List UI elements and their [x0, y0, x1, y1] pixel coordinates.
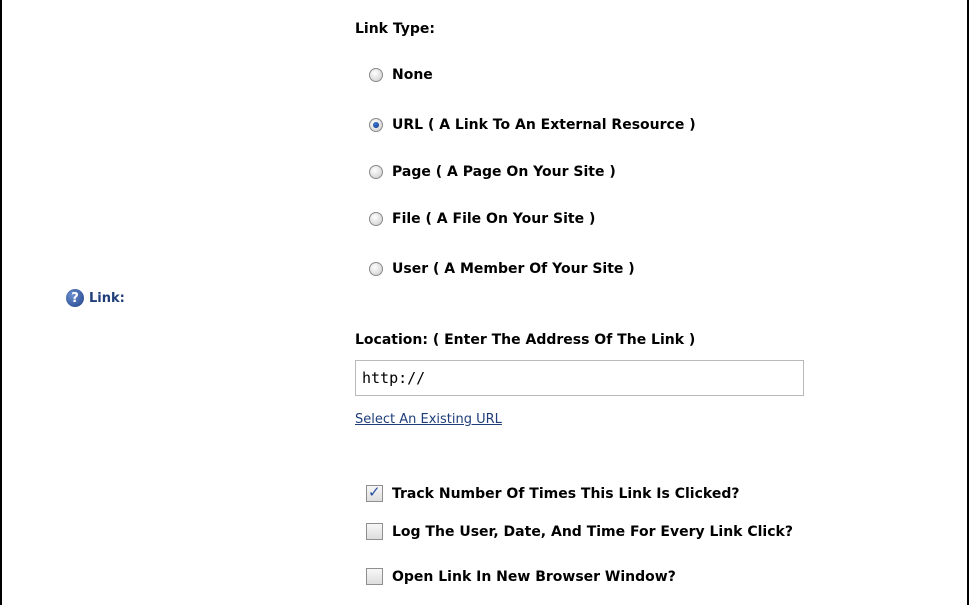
link-type-heading: Link Type:: [355, 21, 436, 37]
radio-user[interactable]: [369, 262, 383, 276]
link-type-option-url[interactable]: URL ( A Link To An External Resource ): [369, 117, 696, 133]
track-clicks-checkbox[interactable]: [366, 483, 383, 502]
link-type-option-page[interactable]: Page ( A Page On Your Site ): [369, 164, 616, 180]
radio-file[interactable]: [369, 212, 383, 226]
link-field-label: ? Link:: [66, 289, 125, 307]
checkbox-label: Open Link In New Browser Window?: [392, 568, 676, 585]
location-input[interactable]: [355, 360, 804, 396]
new-window-checkbox[interactable]: [366, 568, 383, 585]
new-window-option[interactable]: Open Link In New Browser Window?: [366, 568, 676, 585]
link-type-option-user[interactable]: User ( A Member Of Your Site ): [369, 261, 635, 277]
radio-label: URL ( A Link To An External Resource ): [392, 117, 696, 133]
location-heading: Location: ( Enter The Address Of The Lin…: [355, 332, 696, 348]
radio-label: File ( A File On Your Site ): [392, 211, 596, 227]
link-type-option-none[interactable]: None: [369, 67, 433, 83]
radio-label: None: [392, 67, 433, 83]
log-clicks-option[interactable]: Log The User, Date, And Time For Every L…: [366, 523, 793, 540]
radio-url[interactable]: [369, 118, 383, 132]
select-existing-url-link[interactable]: Select An Existing URL: [355, 412, 502, 427]
question-circle-icon[interactable]: ?: [66, 289, 84, 307]
log-clicks-checkbox[interactable]: [366, 523, 383, 540]
radio-label: Page ( A Page On Your Site ): [392, 164, 616, 180]
link-type-option-file[interactable]: File ( A File On Your Site ): [369, 211, 595, 227]
link-label-text: Link:: [89, 290, 125, 306]
radio-page[interactable]: [369, 165, 383, 179]
radio-label: User ( A Member Of Your Site ): [392, 261, 635, 277]
form-panel: ? Link: Link Type: None URL ( A Link To …: [0, 0, 969, 605]
checkbox-label: Track Number Of Times This Link Is Click…: [392, 485, 740, 502]
radio-none[interactable]: [369, 68, 383, 82]
checkbox-label: Log The User, Date, And Time For Every L…: [392, 523, 793, 540]
track-clicks-option[interactable]: Track Number Of Times This Link Is Click…: [366, 483, 740, 502]
